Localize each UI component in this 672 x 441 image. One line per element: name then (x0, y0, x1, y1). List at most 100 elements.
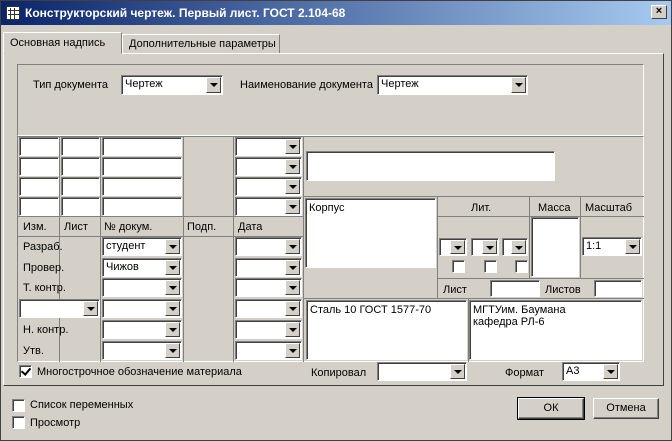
change-date-select[interactable] (235, 157, 302, 176)
change-date-select[interactable] (235, 137, 302, 156)
chevron-down-icon[interactable] (206, 77, 221, 93)
lit-2-checkbox[interactable] (484, 260, 497, 273)
developer-name-select[interactable]: студент (102, 237, 182, 256)
copied-label: Копировал (311, 367, 367, 379)
chevron-down-icon[interactable] (165, 280, 180, 295)
chevron-down-icon[interactable] (165, 301, 180, 316)
ok-button[interactable]: ОК (517, 397, 585, 420)
sheets-label: Листов (545, 284, 581, 296)
change-izm-field[interactable] (19, 157, 59, 176)
extra-role-date-select[interactable] (235, 299, 302, 318)
variables-list-label: Список переменных (30, 399, 134, 411)
change-izm-field[interactable] (19, 177, 59, 196)
chevron-down-icon[interactable] (285, 280, 300, 295)
change-date-select[interactable] (235, 197, 302, 216)
role-label-checker: Провер. (23, 262, 65, 274)
change-ndoc-field[interactable] (102, 157, 182, 176)
checker-name-value: Чижов (106, 261, 139, 273)
tech-control-date-select[interactable] (235, 278, 302, 297)
lit-3-select[interactable] (502, 238, 528, 256)
extra-role-select[interactable] (19, 299, 100, 318)
change-date-select[interactable] (235, 177, 302, 196)
change-list-field[interactable] (61, 177, 100, 196)
chevron-down-icon[interactable] (450, 364, 465, 379)
chevron-down-icon[interactable] (285, 322, 300, 337)
material-field[interactable]: Сталь 10 ГОСТ 1577-70 (306, 300, 467, 360)
chevron-down-icon[interactable] (482, 240, 497, 254)
chevron-down-icon[interactable] (603, 364, 618, 379)
change-ndoc-field[interactable] (102, 197, 182, 216)
scale-header: Масштаб (585, 202, 633, 214)
chevron-down-icon[interactable] (165, 343, 180, 358)
lit-1-select[interactable] (439, 238, 467, 256)
extra-role-name-select[interactable] (102, 299, 182, 318)
chevron-down-icon[interactable] (285, 199, 300, 214)
doc-type-select[interactable]: Чертеж (121, 75, 223, 95)
checker-name-select[interactable]: Чижов (102, 258, 182, 277)
multiline-material-label: Многострочное обозначение материала (37, 366, 242, 378)
change-list-field[interactable] (61, 197, 100, 216)
part-name-field[interactable]: Корпус (305, 198, 436, 268)
chevron-down-icon[interactable] (285, 260, 300, 275)
chevron-down-icon[interactable] (165, 322, 180, 337)
grid-line (303, 137, 304, 362)
chevron-down-icon[interactable] (285, 179, 300, 194)
organization-field[interactable]: МГТУим. Баумана кафедра РЛ-6 (469, 300, 642, 360)
change-list-field[interactable] (61, 157, 100, 176)
sheet-field[interactable] (490, 280, 540, 297)
sheets-field[interactable] (594, 280, 642, 297)
chevron-down-icon[interactable] (285, 159, 300, 174)
chevron-down-icon[interactable] (165, 239, 180, 254)
chevron-down-icon[interactable] (285, 239, 300, 254)
norm-control-name-select[interactable] (102, 320, 182, 339)
grid-line (437, 278, 644, 279)
document-type-group (17, 64, 644, 136)
approved-name-select[interactable] (102, 341, 182, 360)
change-ndoc-field[interactable] (102, 177, 182, 196)
scale-select[interactable]: 1:1 (582, 237, 642, 256)
mass-field[interactable] (531, 217, 579, 277)
format-select[interactable]: А3 (562, 362, 620, 381)
close-button[interactable]: × (651, 5, 667, 19)
copied-select[interactable] (377, 362, 467, 381)
tech-control-name-select[interactable] (102, 278, 182, 297)
multiline-material-checkbox[interactable] (19, 365, 32, 378)
change-ndoc-field[interactable] (102, 137, 182, 156)
role-label-tech-control: Т. контр. (23, 282, 66, 294)
chevron-down-icon[interactable] (165, 260, 180, 275)
table-icon (6, 6, 20, 20)
doc-type-value: Чертеж (125, 78, 163, 90)
lit-3-checkbox[interactable] (515, 260, 528, 273)
preview-checkbox[interactable] (12, 416, 25, 429)
change-izm-field[interactable] (19, 137, 59, 156)
chevron-down-icon[interactable] (625, 239, 640, 254)
chevron-down-icon[interactable] (285, 343, 300, 358)
designation-field[interactable] (306, 151, 555, 181)
norm-control-date-select[interactable] (235, 320, 302, 339)
chevron-down-icon[interactable] (83, 301, 98, 316)
doc-name-value: Чертеж (381, 78, 419, 90)
title-bar[interactable]: Конструкторский чертеж. Первый лист. ГОС… (1, 1, 671, 25)
tab-additional-params[interactable]: Дополнительные параметры (122, 34, 280, 54)
cancel-button[interactable]: Отмена (593, 398, 659, 419)
grid-line (233, 137, 234, 362)
role-label-developer: Разраб. (23, 241, 63, 253)
chevron-down-icon[interactable] (450, 240, 465, 254)
sheet-label: Лист (443, 284, 467, 296)
checker-date-select[interactable] (235, 258, 302, 277)
header-data: Дата (238, 221, 263, 233)
change-list-field[interactable] (61, 137, 100, 156)
chevron-down-icon[interactable] (285, 301, 300, 316)
chevron-down-icon[interactable] (285, 139, 300, 154)
approved-date-select[interactable] (235, 341, 302, 360)
lit-1-checkbox[interactable] (452, 260, 465, 273)
change-izm-field[interactable] (19, 197, 59, 216)
chevron-down-icon[interactable] (511, 77, 526, 93)
grid-line (529, 197, 530, 278)
developer-date-select[interactable] (235, 237, 302, 256)
lit-2-select[interactable] (471, 238, 499, 256)
variables-list-checkbox[interactable] (12, 399, 25, 412)
chevron-down-icon[interactable] (511, 240, 526, 254)
tab-main-inscription[interactable]: Основная надпись (3, 32, 122, 54)
doc-name-select[interactable]: Чертеж (377, 75, 528, 95)
